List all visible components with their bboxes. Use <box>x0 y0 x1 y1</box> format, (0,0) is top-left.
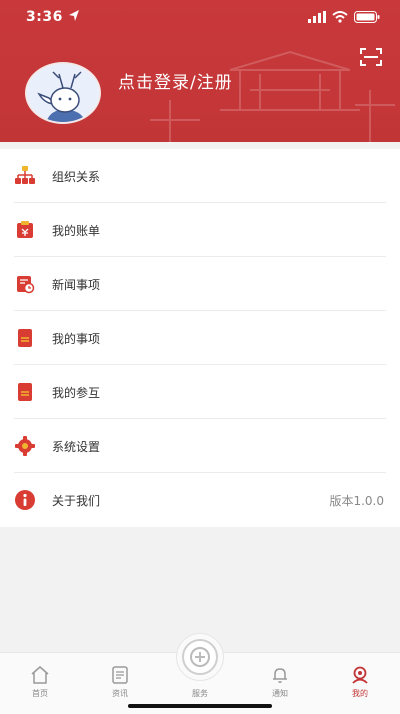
scan-icon[interactable] <box>360 48 382 66</box>
cellular-signal-icon <box>308 11 326 23</box>
status-bar: 3:36 <box>0 0 400 34</box>
location-arrow-icon <box>69 10 79 21</box>
gear-icon <box>14 435 36 457</box>
bill-icon <box>14 219 36 241</box>
home-indicator <box>128 704 272 708</box>
news-icon <box>14 273 36 295</box>
menu-label: 我的事项 <box>52 331 101 346</box>
menu-item-about-us[interactable]: 关于我们 版本1.0.0 <box>0 473 400 527</box>
tab-news[interactable]: 资讯 <box>80 653 160 699</box>
tab-label: 通知 <box>272 689 288 698</box>
profile-icon <box>352 666 368 684</box>
menu-label: 我的账单 <box>52 223 101 238</box>
status-time: 3:36 <box>26 9 63 25</box>
menu-label: 关于我们 <box>52 493 101 508</box>
menu-label: 组织关系 <box>52 169 101 184</box>
tab-label: 首页 <box>32 689 48 698</box>
tab-label: 资讯 <box>112 689 128 698</box>
tab-home[interactable]: 首页 <box>0 653 80 699</box>
avatar[interactable] <box>25 62 101 124</box>
menu-item-my-bills[interactable]: 我的账单 <box>0 203 400 257</box>
version-text: 版本1.0.0 <box>329 493 384 508</box>
bell-icon <box>273 668 287 683</box>
menu-item-org-relations[interactable]: 组织关系 <box>0 149 400 203</box>
tab-mine[interactable]: 我的 <box>320 653 400 699</box>
document-icon <box>14 327 36 349</box>
profile-header: 3:36 点击登录/注册 <box>0 0 400 142</box>
tab-label: 我的 <box>352 689 368 698</box>
menu-item-system-settings[interactable]: 系统设置 <box>0 419 400 473</box>
battery-icon <box>354 11 380 23</box>
profile-menu: 组织关系 我的账单 新闻事项 我的事项 我的参互 系统设置 关于我们 版本1.0… <box>0 149 400 527</box>
tab-notifications[interactable]: 通知 <box>240 653 320 699</box>
menu-item-my-matters[interactable]: 我的事项 <box>0 311 400 365</box>
home-icon <box>31 666 49 684</box>
menu-item-my-participation[interactable]: 我的参互 <box>0 365 400 419</box>
info-icon <box>14 489 36 511</box>
wifi-icon <box>332 11 348 23</box>
bottom-tab-bar: 首页 资讯 服务 通知 我的 <box>0 633 400 714</box>
menu-item-news[interactable]: 新闻事项 <box>0 257 400 311</box>
tab-service[interactable]: 服务 <box>160 653 240 699</box>
menu-label: 我的参互 <box>52 385 101 400</box>
menu-label: 新闻事项 <box>52 277 101 292</box>
deer-avatar-icon <box>27 64 99 122</box>
login-register-link[interactable]: 点击登录/注册 <box>118 68 233 93</box>
participation-icon <box>14 381 36 403</box>
tab-label: 服务 <box>192 689 208 698</box>
news-doc-icon <box>112 666 128 684</box>
menu-label: 系统设置 <box>52 439 101 454</box>
org-chart-icon <box>14 165 36 187</box>
